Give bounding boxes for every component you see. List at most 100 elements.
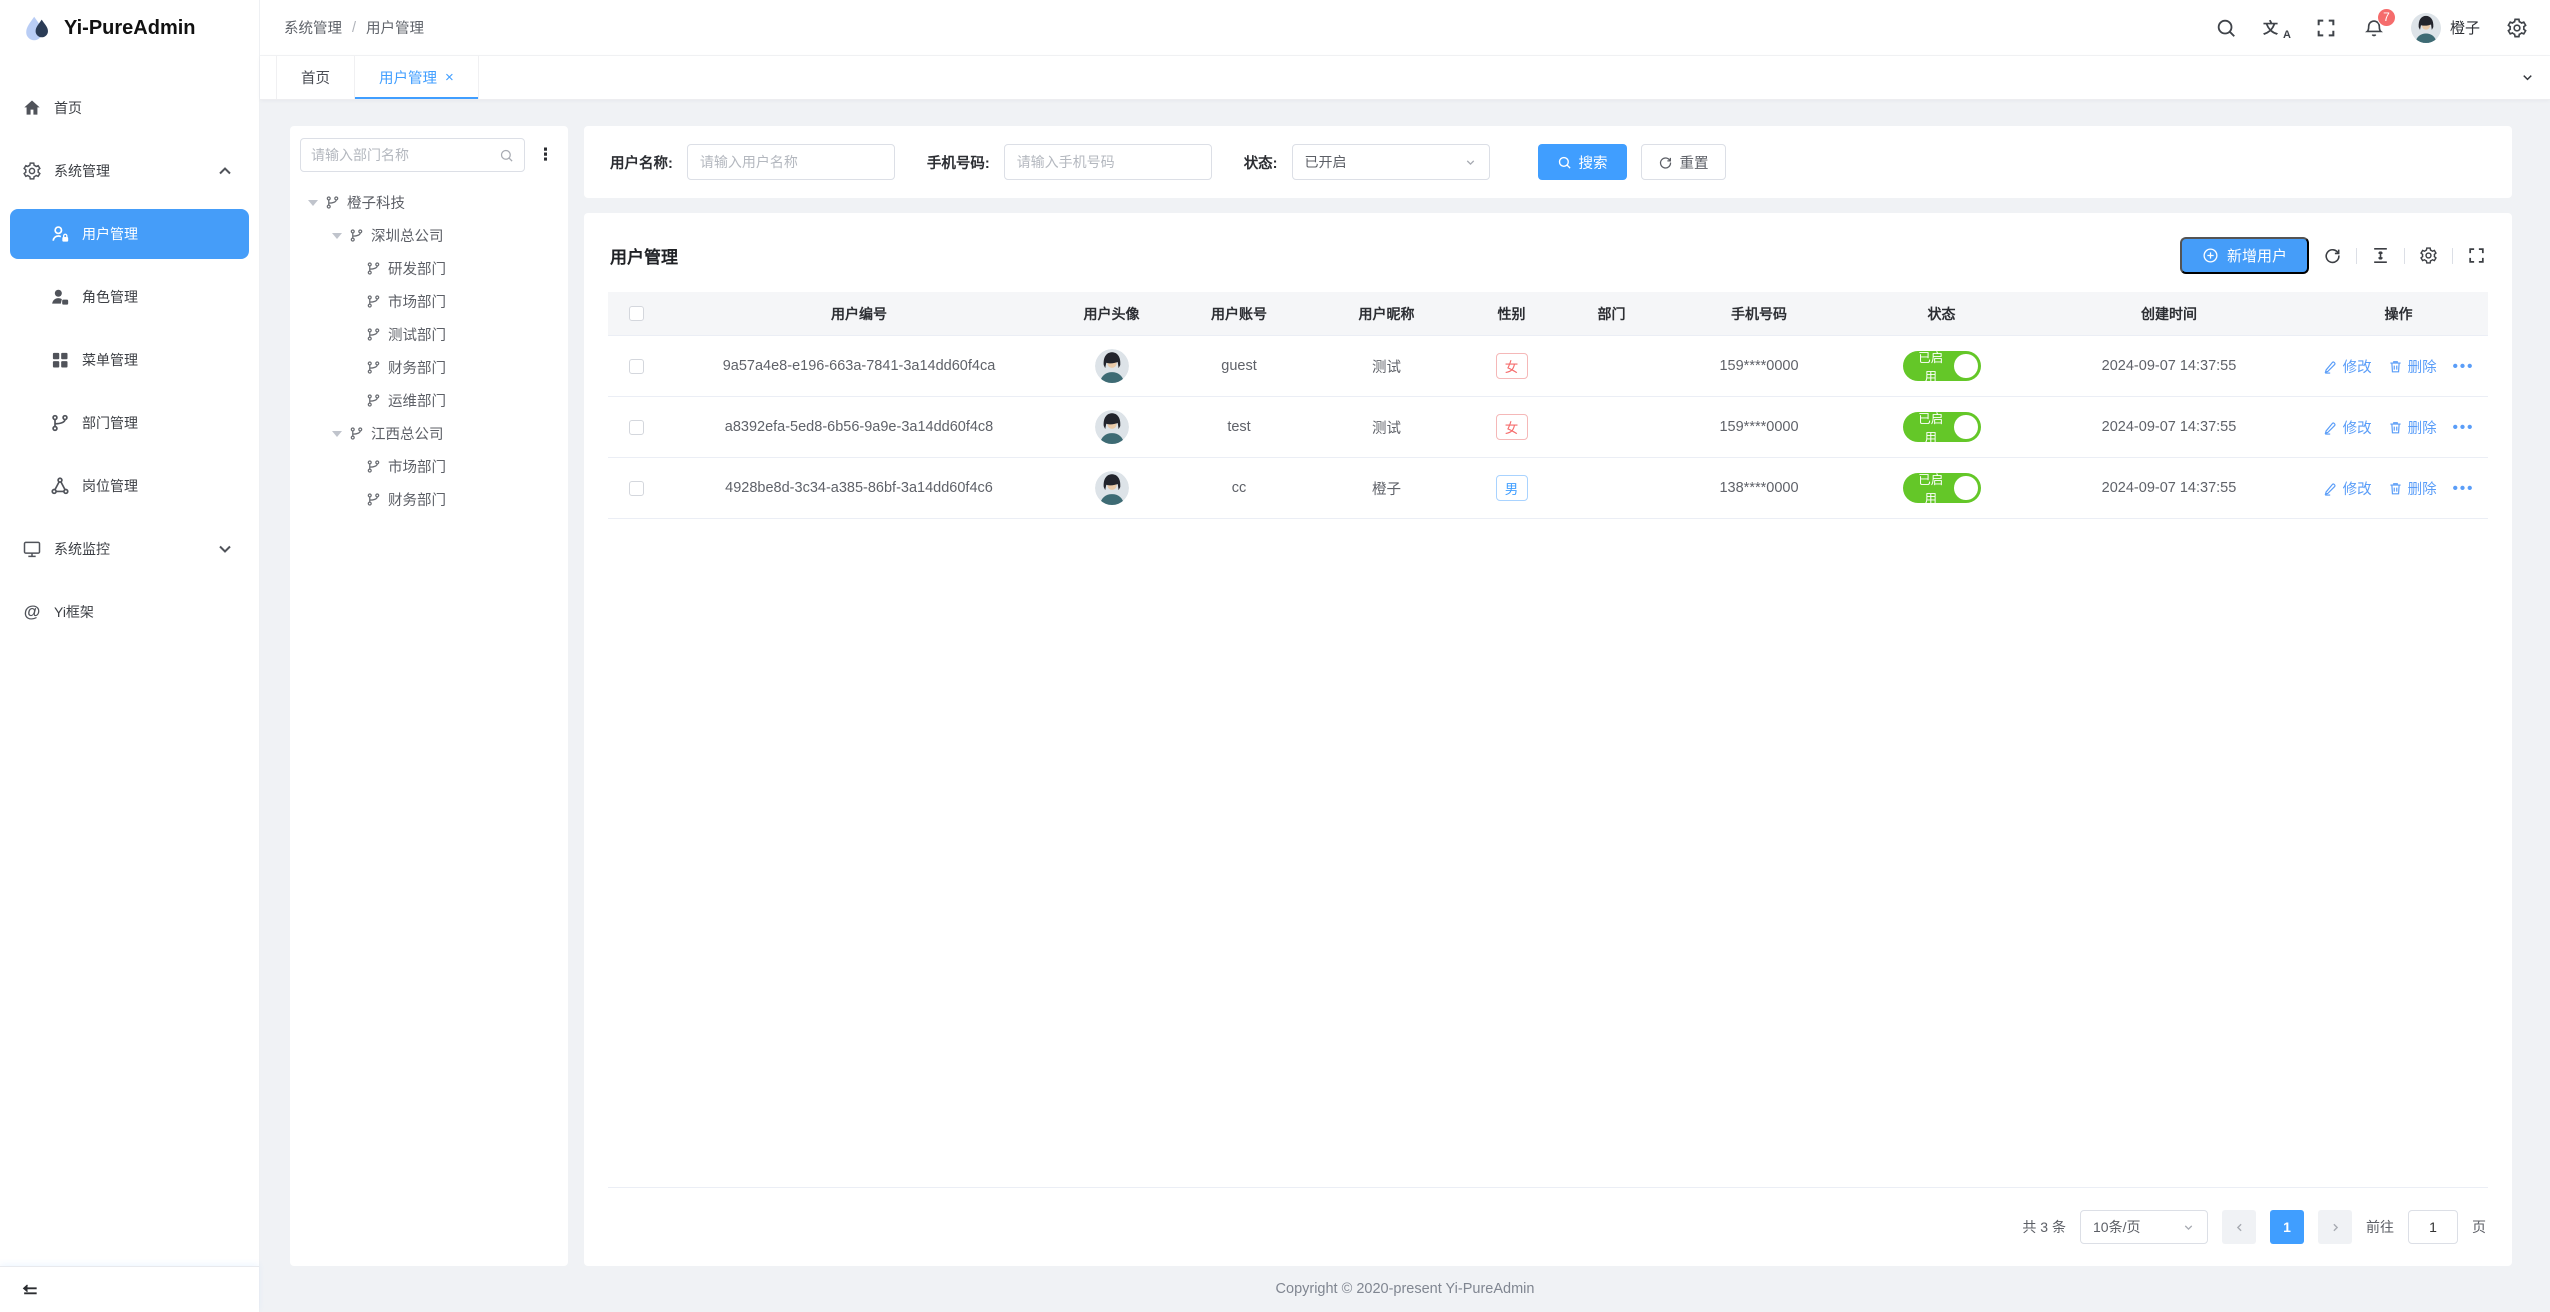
- column-header: 用户昵称: [1309, 304, 1464, 324]
- reset-button[interactable]: 重置: [1641, 144, 1726, 180]
- sidebar-item-posts[interactable]: 岗位管理: [10, 461, 249, 511]
- sidebar-item-users[interactable]: 用户管理: [10, 209, 249, 259]
- toggle-knob: [1954, 354, 1977, 378]
- current-page-button[interactable]: 1: [2270, 1210, 2304, 1244]
- tree-node[interactable]: 市场部门: [300, 285, 558, 318]
- add-user-button-label: 新增用户: [2227, 245, 2287, 266]
- tree-node[interactable]: 财务部门: [300, 351, 558, 384]
- breadcrumb-item[interactable]: 系统管理: [284, 17, 342, 38]
- department-search-input[interactable]: [311, 147, 493, 163]
- gender-badge: 女: [1496, 414, 1528, 440]
- user-id-cell: a8392efa-5ed8-6b56-9a9e-3a14dd60f4c8: [664, 419, 1054, 435]
- prev-page-button[interactable]: [2222, 1210, 2256, 1244]
- sidebar-item-home[interactable]: 首页: [10, 83, 249, 133]
- phone-filter-input[interactable]: [1004, 144, 1212, 180]
- delete-button[interactable]: 删除: [2388, 417, 2437, 438]
- refresh-table-icon[interactable]: [2323, 246, 2342, 265]
- column-header: 部门: [1559, 304, 1664, 324]
- delete-button[interactable]: 删除: [2388, 356, 2437, 377]
- tree-node-label: 深圳总公司: [371, 225, 444, 246]
- table-fullscreen-icon[interactable]: [2467, 246, 2486, 265]
- row-checkbox[interactable]: [629, 420, 644, 435]
- tree-node[interactable]: 测试部门: [300, 318, 558, 351]
- copyright-text: Copyright © 2020-present Yi-PureAdmin: [1276, 1281, 1535, 1297]
- page-size-select[interactable]: 10条/页: [2080, 1210, 2208, 1244]
- delete-button-label: 删除: [2408, 478, 2437, 499]
- more-actions-icon[interactable]: •••: [2453, 480, 2475, 497]
- edit-button[interactable]: 修改: [2323, 417, 2372, 438]
- settings-gear-icon[interactable]: [2506, 17, 2528, 39]
- search-button[interactable]: 搜索: [1538, 144, 1627, 180]
- add-user-button[interactable]: 新增用户: [2180, 237, 2309, 274]
- status-select-value: 已开启: [1305, 152, 1347, 172]
- search-icon[interactable]: [2215, 17, 2237, 39]
- sidebar-item-roles[interactable]: 角色管理: [10, 272, 249, 322]
- tree-node[interactable]: 深圳总公司: [300, 219, 558, 252]
- tree-node-label: 财务部门: [388, 489, 446, 510]
- status-toggle[interactable]: 已启用: [1903, 473, 1981, 503]
- tree-node-label: 江西总公司: [371, 423, 444, 444]
- more-actions-icon[interactable]: •••: [2453, 358, 2475, 375]
- edit-button[interactable]: 修改: [2323, 356, 2372, 377]
- caret-down-icon[interactable]: [308, 200, 318, 206]
- row-checkbox[interactable]: [629, 481, 644, 496]
- fullscreen-icon[interactable]: [2315, 17, 2337, 39]
- gender-badge: 女: [1496, 353, 1528, 379]
- tab-home[interactable]: 首页: [276, 56, 355, 99]
- sidebar-item-departments[interactable]: 部门管理: [10, 398, 249, 448]
- branch-icon: [366, 360, 381, 375]
- tree-node-label: 研发部门: [388, 258, 446, 279]
- tab-users[interactable]: 用户管理 ×: [355, 56, 479, 99]
- status-toggle[interactable]: 已启用: [1903, 351, 1981, 381]
- caret-down-icon[interactable]: [332, 431, 342, 437]
- more-actions-icon[interactable]: •••: [2453, 419, 2475, 436]
- column-settings-gear-icon[interactable]: [2419, 246, 2438, 265]
- delete-button[interactable]: 删除: [2388, 478, 2437, 499]
- tree-node[interactable]: 运维部门: [300, 384, 558, 417]
- collapse-sidebar-icon[interactable]: [20, 1280, 40, 1300]
- tab-label: 用户管理: [379, 67, 437, 88]
- phone-cell: 159****0000: [1664, 419, 1854, 435]
- tree-node[interactable]: 橙子科技: [300, 186, 558, 219]
- translate-icon[interactable]: 文A: [2263, 17, 2289, 38]
- edit-button[interactable]: 修改: [2323, 478, 2372, 499]
- status-toggle[interactable]: 已启用: [1903, 412, 1981, 442]
- goto-page-input[interactable]: [2408, 1210, 2458, 1244]
- caret-down-icon[interactable]: [332, 233, 342, 239]
- branch-icon: [366, 327, 381, 342]
- status-select[interactable]: 已开启: [1292, 144, 1490, 180]
- sidebar-item-yi-framework[interactable]: @ Yi框架: [10, 587, 249, 637]
- user-menu[interactable]: 橙子: [2411, 13, 2480, 43]
- logo-row[interactable]: Yi-PureAdmin: [0, 0, 259, 56]
- trash-icon: [2388, 420, 2403, 435]
- app-title: Yi-PureAdmin: [64, 17, 196, 40]
- tree-more-icon[interactable]: ⋮: [533, 145, 558, 165]
- row-density-icon[interactable]: [2371, 246, 2390, 265]
- chevron-right-icon: [2329, 1221, 2342, 1234]
- total-count-label: 共 3 条: [2022, 1217, 2066, 1237]
- sidebar-item-system[interactable]: 系统管理: [10, 146, 249, 196]
- gear-icon: [22, 161, 42, 181]
- tree-node[interactable]: 财务部门: [300, 483, 558, 516]
- tree-node[interactable]: 江西总公司: [300, 417, 558, 450]
- notifications-bell-icon[interactable]: 7: [2363, 17, 2385, 39]
- next-page-button[interactable]: [2318, 1210, 2352, 1244]
- breadcrumb: 系统管理 / 用户管理: [284, 17, 424, 38]
- sidebar-item-menus[interactable]: 菜单管理: [10, 335, 249, 385]
- table-header-row: 用户编号 用户头像 用户账号 用户昵称 性别 部门 手机号码 状态 创建时间 操…: [608, 292, 2488, 336]
- select-all-checkbox[interactable]: [629, 306, 644, 321]
- tree-node[interactable]: 市场部门: [300, 450, 558, 483]
- sidebar-item-monitor[interactable]: 系统监控: [10, 524, 249, 574]
- row-checkbox[interactable]: [629, 359, 644, 374]
- department-search-box: [300, 138, 525, 172]
- share-nodes-icon: [50, 476, 70, 496]
- tree-node[interactable]: 研发部门: [300, 252, 558, 285]
- pencil-icon: [2323, 359, 2338, 374]
- top-header: 系统管理 / 用户管理 文A 7 橙子: [260, 0, 2550, 56]
- tab-close-icon[interactable]: ×: [445, 69, 454, 86]
- branch-icon: [325, 195, 340, 210]
- status-filter-label: 状态:: [1244, 152, 1278, 173]
- tabs-menu-chevron-icon[interactable]: [2504, 56, 2550, 99]
- username-filter-input[interactable]: [687, 144, 895, 180]
- user-avatar: [1095, 471, 1129, 505]
